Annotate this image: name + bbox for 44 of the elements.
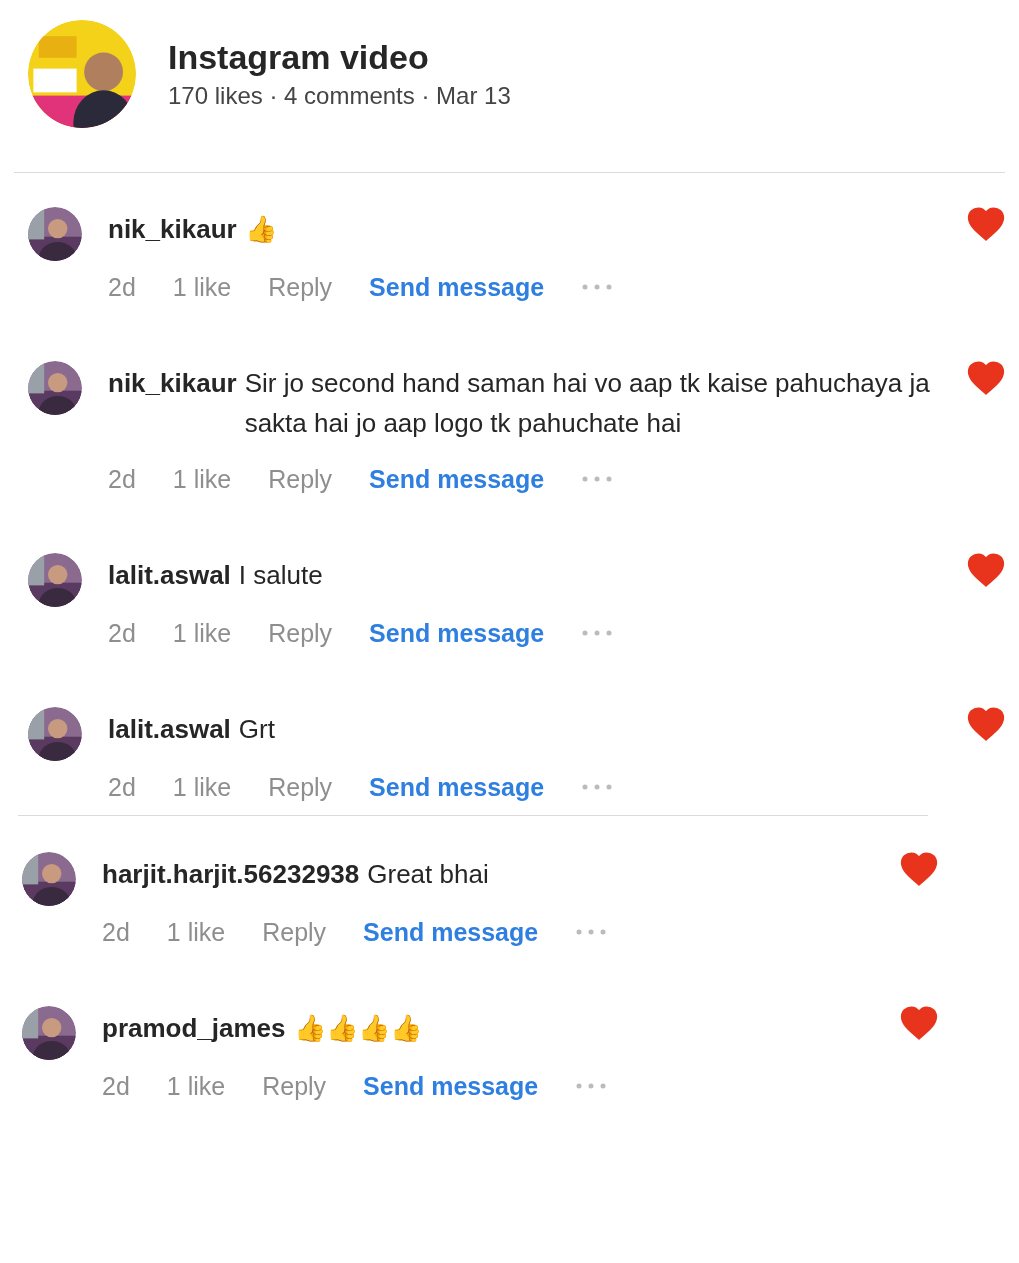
username[interactable]: pramod_james (102, 1008, 286, 1048)
heart-icon[interactable] (967, 207, 1005, 241)
comment-text: 👍 (244, 213, 277, 246)
username[interactable]: nik_kikaur (108, 209, 237, 249)
reply-button[interactable]: Reply (268, 461, 333, 497)
reply-button[interactable]: Reply (268, 269, 333, 305)
heart-icon[interactable] (967, 361, 1005, 395)
comment-time: 2d (108, 272, 136, 303)
comment-time: 2d (108, 464, 136, 495)
heart-icon[interactable] (900, 1006, 938, 1040)
reply-button[interactable]: Reply (262, 1068, 327, 1104)
like-count[interactable]: 1 like (172, 269, 232, 305)
comment-time: 2d (108, 618, 136, 649)
comment-text: Great bhai (367, 858, 489, 891)
send-message-link[interactable]: Send message (369, 769, 545, 805)
comment-text: Sir jo second hand saman hai vo aap tk kaise pahuchaya ja sakta hai jo aap logo tk pahuchate hai (244, 367, 931, 440)
username[interactable]: harjit.harjit.56232938 (102, 854, 360, 894)
username[interactable]: lalit.aswal (108, 709, 231, 749)
reply-button[interactable]: Reply (268, 769, 333, 805)
like-count[interactable]: 1 like (172, 615, 232, 651)
username[interactable]: lalit.aswal (108, 555, 231, 595)
reply-button[interactable]: Reply (268, 615, 333, 651)
username[interactable]: nik_kikaur (108, 363, 237, 403)
comment-text: I salute (238, 559, 323, 592)
send-message-link[interactable]: Send message (363, 914, 539, 950)
like-count[interactable]: 1 like (166, 1068, 226, 1104)
post-meta: 170 likes · 4 comments · Mar 13 (168, 81, 511, 111)
like-count[interactable]: 1 like (166, 914, 226, 950)
send-message-link[interactable]: Send message (369, 461, 545, 497)
comment-time: 2d (108, 772, 136, 803)
comment-time: 2d (102, 917, 130, 948)
send-message-link[interactable]: Send message (369, 615, 545, 651)
send-message-link[interactable]: Send message (369, 269, 545, 305)
heart-icon[interactable] (900, 852, 938, 886)
heart-icon[interactable] (967, 707, 1005, 741)
like-count[interactable]: 1 like (172, 769, 232, 805)
comment-text: Grt (238, 713, 275, 746)
send-message-link[interactable]: Send message (363, 1068, 539, 1104)
heart-icon[interactable] (967, 553, 1005, 587)
reply-button[interactable]: Reply (262, 914, 327, 950)
comment-text: 👍👍👍👍 (293, 1012, 422, 1045)
comment-time: 2d (102, 1071, 130, 1102)
post-title: Instagram video (168, 37, 430, 78)
like-count[interactable]: 1 like (172, 461, 232, 497)
